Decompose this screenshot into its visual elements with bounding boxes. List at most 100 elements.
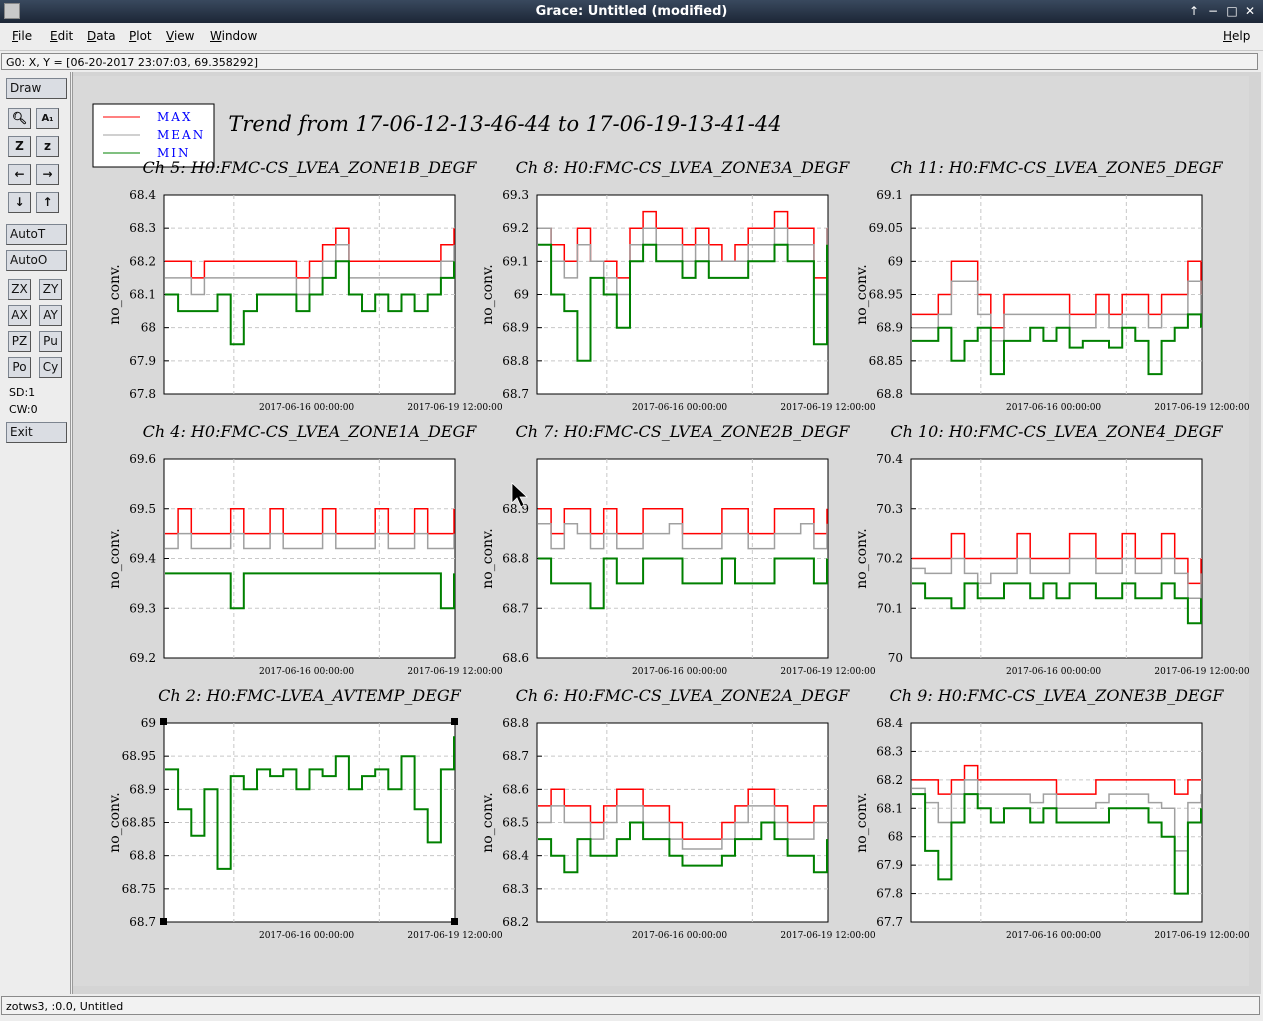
legend-label-max: MAX [157, 110, 193, 124]
x-tick-label: 2017-06-16 00:00:00 [632, 931, 727, 941]
y-tick-label: 69.4 [129, 552, 156, 566]
x-tick-label: 2017-06-19 12:00:00 [1154, 403, 1249, 413]
panel-7[interactable]: Ch 6: H0:FMC-CS_LVEA_ZONE2A_DEGF no_conv.… [480, 686, 876, 941]
arrow-up-icon[interactable]: ↑ [36, 192, 59, 213]
text-icon[interactable]: A₁ [36, 108, 59, 129]
exit-button[interactable]: Exit [6, 422, 67, 443]
zx-button[interactable]: ZX [8, 279, 31, 300]
y-tick-label: 68.95 [122, 749, 156, 763]
x-tick-label: 2017-06-16 00:00:00 [259, 931, 354, 941]
panel-title: Ch 8: H0:FMC-CS_LVEA_ZONE3A_DEGF [516, 158, 851, 177]
po-button[interactable]: Po [8, 357, 31, 378]
y-tick-label: 68.5 [502, 816, 529, 830]
panel-title: Ch 5: H0:FMC-CS_LVEA_ZONE1B_DEGF [143, 158, 478, 177]
ay-button[interactable]: AY [39, 305, 62, 326]
y-tick-label: 68.4 [129, 188, 156, 202]
y-tick-label: 68.8 [502, 716, 529, 730]
y-tick-label: 68.8 [129, 849, 156, 863]
panel-ylabel: no_conv. [107, 264, 123, 324]
handle-tl[interactable] [160, 718, 167, 725]
pz-button[interactable]: PZ [8, 331, 31, 352]
x-tick-label: 2017-06-16 00:00:00 [632, 403, 727, 413]
plot-canvas[interactable]: Trend from 17-06-12-13-46-44 to 17-06-19… [73, 76, 1249, 986]
panel-title: Ch 11: H0:FMC-CS_LVEA_ZONE5_DEGF [890, 158, 1223, 177]
panel-title: Ch 9: H0:FMC-CS_LVEA_ZONE3B_DEGF [890, 686, 1225, 705]
panel-1[interactable]: Ch 8: H0:FMC-CS_LVEA_ZONE3A_DEGF no_conv.… [480, 158, 876, 413]
y-tick-label: 69.05 [869, 221, 903, 235]
x-tick-label: 2017-06-19 12:00:00 [407, 931, 502, 941]
menu-plot[interactable]: Plot [129, 29, 152, 43]
y-tick-label: 68.1 [876, 801, 903, 815]
menu-view[interactable]: View [166, 29, 194, 43]
y-tick-label: 69 [514, 288, 529, 302]
panel-ylabel: no_conv. [107, 792, 123, 852]
y-tick-label: 68.6 [502, 782, 529, 796]
menu-help[interactable]: Help [1223, 29, 1250, 43]
y-tick-label: 70.3 [876, 502, 903, 516]
y-tick-label: 69.2 [129, 651, 156, 665]
panel-ylabel: no_conv. [480, 792, 496, 852]
y-tick-label: 69.3 [502, 188, 529, 202]
pu-button[interactable]: Pu [39, 331, 62, 352]
panel-0[interactable]: Ch 5: H0:FMC-CS_LVEA_ZONE1B_DEGF no_conv.… [107, 158, 503, 413]
ax-button[interactable]: AX [8, 305, 31, 326]
panels: Ch 5: H0:FMC-CS_LVEA_ZONE1B_DEGF no_conv.… [107, 158, 1249, 941]
y-tick-label: 68.8 [502, 552, 529, 566]
panel-4[interactable]: Ch 7: H0:FMC-CS_LVEA_ZONE2B_DEGF no_conv.… [480, 422, 876, 677]
y-tick-label: 68.7 [502, 601, 529, 615]
handle-br[interactable] [451, 918, 458, 925]
draw-button[interactable]: Draw [6, 78, 67, 99]
title-bar: Grace: Untitled (modified) ↑ − □ ✕ [0, 0, 1263, 23]
y-tick-label: 69 [141, 716, 156, 730]
locator-bar: G0: X, Y = [06-20-2017 23:07:03, 69.3582… [1, 53, 1258, 70]
handle-tr[interactable] [451, 718, 458, 725]
menu-edit[interactable]: Edit [50, 29, 73, 43]
separator [70, 72, 71, 994]
raise-icon[interactable]: ↑ [1186, 3, 1202, 19]
y-tick-label: 68.95 [869, 288, 903, 302]
handle-bl[interactable] [160, 918, 167, 925]
arrow-left-icon[interactable]: ← [8, 164, 31, 185]
y-tick-label: 68.3 [876, 744, 903, 758]
panel-5[interactable]: Ch 10: H0:FMC-CS_LVEA_ZONE4_DEGF no_conv.… [854, 422, 1249, 677]
y-tick-label: 68 [888, 830, 903, 844]
menu-window[interactable]: Window [210, 29, 257, 43]
autoo-button[interactable]: AutoO [6, 250, 67, 271]
panel-ylabel: no_conv. [480, 264, 496, 324]
y-tick-label: 70.2 [876, 552, 903, 566]
menu-file[interactable]: File [12, 29, 32, 43]
arrow-right-icon[interactable]: → [36, 164, 59, 185]
zoom-icon[interactable]: Z [8, 136, 31, 157]
cy-button[interactable]: Cy [39, 357, 62, 378]
autot-button[interactable]: AutoT [6, 224, 67, 245]
x-tick-label: 2017-06-19 12:00:00 [780, 931, 875, 941]
y-tick-label: 68.9 [502, 321, 529, 335]
y-tick-label: 68.7 [502, 749, 529, 763]
minimize-icon[interactable]: − [1205, 3, 1221, 19]
y-tick-label: 68.1 [129, 288, 156, 302]
maximize-icon[interactable]: □ [1224, 3, 1240, 19]
y-tick-label: 68.6 [502, 651, 529, 665]
y-tick-label: 69.3 [129, 601, 156, 615]
y-tick-label: 68.9 [876, 321, 903, 335]
panel-ylabel: no_conv. [107, 528, 123, 588]
menu-data[interactable]: Data [87, 29, 116, 43]
x-tick-label: 2017-06-16 00:00:00 [1006, 403, 1101, 413]
status-bar: zotws3, :0.0, Untitled [1, 996, 1260, 1015]
panel-3[interactable]: Ch 4: H0:FMC-CS_LVEA_ZONE1A_DEGF no_conv.… [107, 422, 503, 677]
x-tick-label: 2017-06-16 00:00:00 [632, 667, 727, 677]
panel-2[interactable]: Ch 11: H0:FMC-CS_LVEA_ZONE5_DEGF no_conv.… [854, 158, 1249, 413]
y-tick-label: 67.9 [876, 858, 903, 872]
window-title: Grace: Untitled (modified) [535, 4, 728, 19]
legend-label-mean: MEAN [157, 128, 205, 142]
zy-button[interactable]: ZY [39, 279, 62, 300]
panel-title: Ch 2: H0:FMC-LVEA_AVTEMP_DEGF [158, 686, 462, 705]
close-icon[interactable]: ✕ [1242, 3, 1258, 19]
z-icon[interactable]: z [36, 136, 59, 157]
x-tick-label: 2017-06-16 00:00:00 [259, 403, 354, 413]
y-tick-label: 70.4 [876, 452, 903, 466]
arrow-down-icon[interactable]: ↓ [8, 192, 31, 213]
sd-label: SD:1 [9, 386, 36, 399]
panel-8[interactable]: Ch 9: H0:FMC-CS_LVEA_ZONE3B_DEGF no_conv.… [854, 686, 1249, 941]
magnifier-icon[interactable]: 🔍︎ [8, 108, 31, 129]
